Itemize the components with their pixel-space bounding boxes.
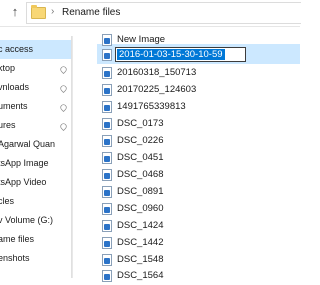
nav-item-desktop[interactable]: ktop <box>0 59 72 78</box>
file-name: 1491765339813 <box>117 101 186 112</box>
nav-item-label: v Volume (G:) <box>0 215 54 225</box>
rename-selected-text: 2016-01-03-15-30-10-59 <box>117 49 225 60</box>
pin-icon <box>59 122 68 131</box>
file-name: DSC_0226 <box>117 135 164 146</box>
rename-input[interactable]: 2016-01-03-15-30-10-59 <box>115 47 246 62</box>
file-name: DSC_1424 <box>117 220 164 231</box>
nav-item-label: vnloads <box>0 82 30 92</box>
image-file-icon <box>102 118 112 130</box>
chevron-right-icon[interactable]: › <box>51 6 54 17</box>
list-item[interactable]: DSC_0226 <box>102 133 292 150</box>
image-file-icon <box>102 237 112 249</box>
file-name: New Image <box>117 34 166 45</box>
image-file-icon <box>102 203 112 215</box>
file-name: DSC_0891 <box>117 186 164 197</box>
nav-item-quick-access[interactable]: c access <box>0 40 72 59</box>
image-file-icon <box>102 186 112 198</box>
nav-item-label: tsApp Image <box>0 158 49 168</box>
address-bar[interactable]: › Rename files <box>26 2 301 24</box>
nav-item-label: Agarwal Quan <box>0 139 56 149</box>
list-item[interactable]: 20170225_124603 <box>102 82 292 99</box>
nav-item-label: uments <box>0 101 28 111</box>
nav-item-rename-files[interactable]: ame files <box>0 230 72 249</box>
nav-item-label: c access <box>0 44 34 54</box>
file-name: DSC_0960 <box>117 203 164 214</box>
breadcrumb-rename-files[interactable]: Rename files <box>62 7 120 18</box>
pin-icon <box>59 103 68 112</box>
up-arrow-icon[interactable]: ↑ <box>8 5 22 19</box>
list-item[interactable]: DSC_0891 <box>102 184 292 201</box>
file-name: DSC_1564 <box>117 270 164 281</box>
list-item[interactable]: DSC_1442 <box>102 235 292 252</box>
image-file-icon <box>102 220 112 232</box>
list-item-renaming[interactable]: 2016-01-03-15-30-10-59 <box>102 47 292 64</box>
image-file-icon <box>102 34 112 46</box>
list-item[interactable]: DSC_1564 <box>102 268 292 285</box>
folder-icon <box>31 5 46 19</box>
nav-item-label: ures <box>0 120 16 130</box>
list-item[interactable]: DSC_0468 <box>102 167 292 184</box>
pin-icon <box>59 65 68 74</box>
image-file-icon <box>102 254 112 266</box>
file-name: 20170225_124603 <box>117 84 197 95</box>
address-bar-area: ↑ › Rename files <box>0 0 301 27</box>
nav-item-agarwal[interactable]: Agarwal Quan <box>0 135 72 154</box>
nav-item-label: enshots <box>0 253 30 263</box>
nav-item-whatsapp-images[interactable]: tsApp Image <box>0 154 72 173</box>
nav-item-new-volume[interactable]: v Volume (G:) <box>0 211 72 230</box>
image-file-icon <box>102 67 112 79</box>
file-name: DSC_1442 <box>117 237 164 248</box>
list-item[interactable]: DSC_1424 <box>102 218 292 235</box>
list-item[interactable]: DSC_0451 <box>102 150 292 167</box>
image-file-icon <box>102 84 112 96</box>
nav-item-label: tsApp Video <box>0 177 47 187</box>
list-item[interactable]: DSC_1548 <box>102 252 292 269</box>
image-file-icon <box>102 152 112 164</box>
image-file-icon <box>102 135 112 147</box>
file-name: 20160318_150713 <box>117 67 197 78</box>
image-file-icon <box>102 169 112 181</box>
file-name: DSC_1548 <box>117 254 164 265</box>
file-name: DSC_0173 <box>117 118 164 129</box>
nav-item-label: ktop <box>0 63 16 73</box>
image-file-icon <box>102 270 112 282</box>
nav-item-downloads[interactable]: vnloads <box>0 78 72 97</box>
nav-item-screenshots[interactable]: enshots <box>0 249 72 268</box>
file-name: DSC_0468 <box>117 169 164 180</box>
list-item[interactable]: 1491765339813 <box>102 99 292 116</box>
nav-item-pictures[interactable]: ures <box>0 116 72 135</box>
nav-item-label: cles <box>0 196 15 206</box>
file-name: DSC_0451 <box>117 152 164 163</box>
list-item[interactable]: DSC_0960 <box>102 201 292 218</box>
image-file-icon <box>102 101 112 113</box>
image-file-icon <box>102 49 112 61</box>
nav-item-articles[interactable]: cles <box>0 192 72 211</box>
list-item[interactable]: 20160318_150713 <box>102 65 292 82</box>
nav-item-label: ame files <box>0 234 35 244</box>
nav-item-documents[interactable]: uments <box>0 97 72 116</box>
nav-item-whatsapp-video[interactable]: tsApp Video <box>0 173 72 192</box>
list-item[interactable]: DSC_0173 <box>102 116 292 133</box>
pin-icon <box>59 84 68 93</box>
